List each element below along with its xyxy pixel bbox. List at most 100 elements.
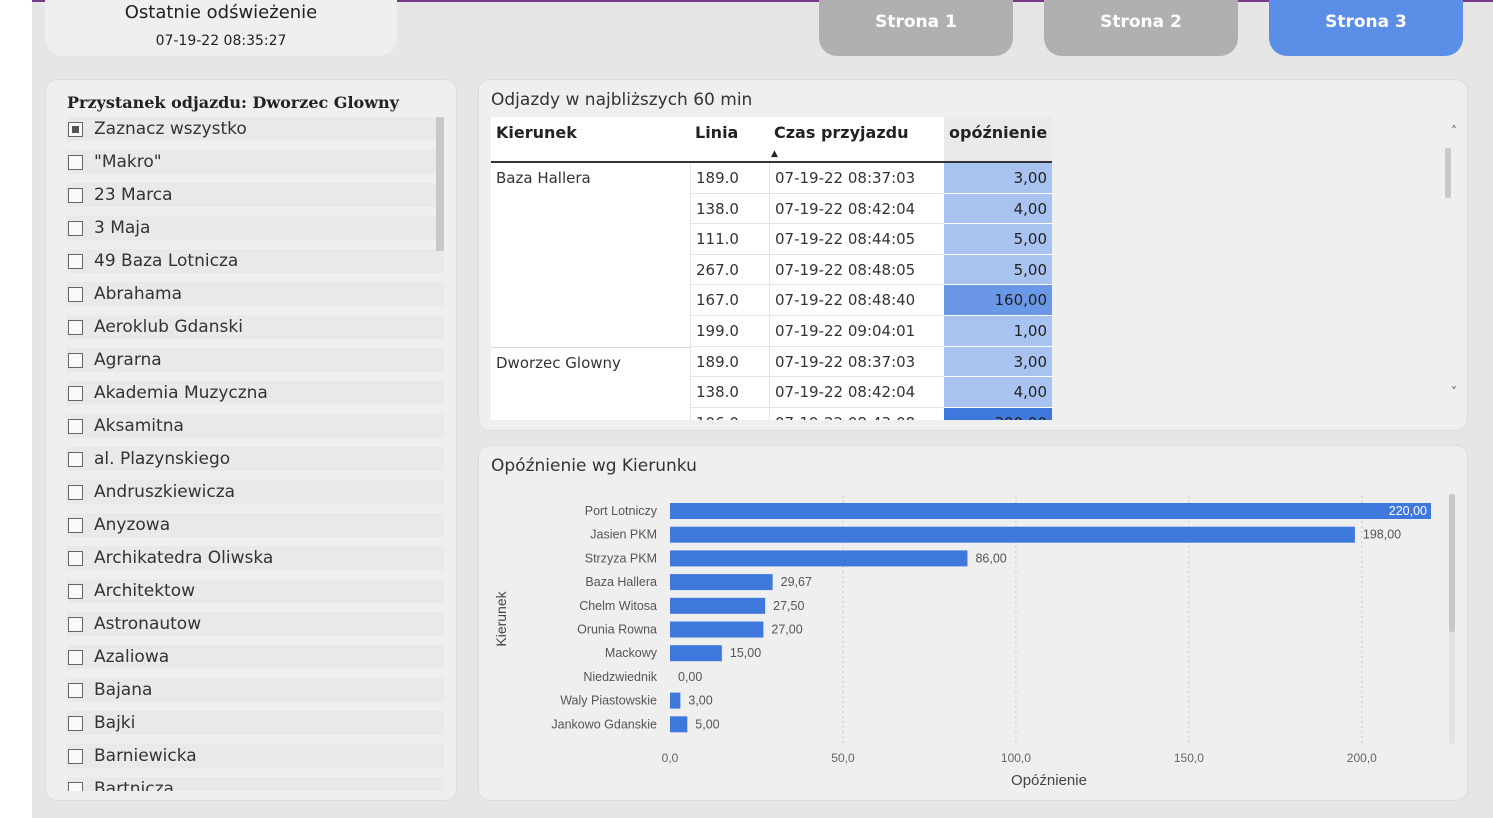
chart-scrollbar[interactable] [1449, 494, 1455, 632]
page-3-button[interactable]: Strona 3 [1269, 0, 1463, 56]
slicer-item-label: Aksamitna [94, 416, 184, 436]
checkbox-icon[interactable] [68, 352, 83, 368]
cell-czas: 07-19-22 08:42:04 [769, 193, 944, 225]
cell-opoznienie: 160,00 [944, 285, 1052, 316]
col-header-kierunek[interactable]: Kierunek [491, 117, 690, 161]
data-label: 15,00 [730, 646, 761, 660]
col-header-linia[interactable]: Linia [690, 117, 769, 161]
checkbox-icon[interactable] [68, 418, 83, 434]
slicer-item-label: Zaznacz wszystko [94, 119, 247, 139]
category-label: Niedzwiednik [583, 670, 657, 684]
slicer-item[interactable]: Barniewicka [66, 744, 444, 768]
slicer-item[interactable]: Zaznacz wszystko [66, 117, 444, 141]
cell-linia: 111.0 [690, 224, 769, 255]
slicer-title: Przystanek odjazdu: Dworzec Glowny [67, 93, 399, 112]
checkbox-icon[interactable] [68, 583, 83, 599]
table-scrollbar[interactable] [1445, 148, 1451, 198]
departures-table: Kierunek Linia Czas przyjazdu ▲ opóźnieni… [491, 117, 1052, 420]
checkbox-icon[interactable] [68, 319, 83, 335]
table-row[interactable]: 267.0 07-19-22 08:48:05 5,00 [491, 254, 1052, 286]
refresh-date: 07-19-22 08:35:27 [155, 33, 287, 49]
cell-opoznienie: 5,00 [944, 254, 1052, 286]
cell-linia: 189.0 [690, 346, 769, 378]
slicer-item[interactable]: al. Plazynskiego [66, 447, 444, 471]
table-row[interactable]: 106.007-19-22 08:43:08300,00 [491, 407, 1052, 420]
slicer-item[interactable]: Agrarna [66, 348, 444, 372]
checkbox-icon[interactable] [68, 121, 83, 137]
slicer-item[interactable]: Bajki [66, 711, 444, 735]
cell-linia: 167.0 [690, 285, 769, 316]
cell-linia: 138.0 [690, 377, 769, 408]
table-row[interactable]: 167.0 07-19-22 08:48:40 160,00 [491, 285, 1052, 316]
category-label: Mackowy [605, 646, 658, 660]
checkbox-icon[interactable] [68, 649, 83, 665]
checkbox-icon[interactable] [68, 484, 83, 500]
col-header-opoznienie[interactable]: opóźnienie [944, 117, 1052, 161]
table-row[interactable]: Baza Hallera 189.0 07-19-22 08:37:03 3,00 [491, 163, 1052, 194]
slicer-item[interactable]: Astronautow [66, 612, 444, 636]
cell-kierunek: Dworzec Glowny [491, 346, 690, 378]
x-tick-label: 0,0 [662, 751, 679, 765]
slicer-item[interactable]: Aeroklub Gdanski [66, 315, 444, 339]
col-header-czas[interactable]: Czas przyjazdu ▲ [769, 117, 944, 161]
bar [670, 526, 1355, 543]
table-row[interactable]: Dworzec Glowny 189.0 07-19-22 08:37:03 3,00 [491, 346, 1052, 378]
slicer-scrollbar[interactable] [436, 117, 444, 251]
slicer-item[interactable]: Aksamitna [66, 414, 444, 438]
cell-czas: 07-19-22 08:37:03 [769, 346, 944, 378]
x-tick-label: 200,0 [1347, 751, 1377, 765]
slicer-item[interactable]: Akademia Muzyczna [66, 381, 444, 405]
checkbox-icon[interactable] [68, 715, 83, 731]
checkbox-icon[interactable] [68, 187, 83, 203]
table-row[interactable]: 138.0 07-19-22 08:42:04 4,00 [491, 377, 1052, 408]
table-row[interactable]: 199.0 07-19-22 09:04:01 1,00 [491, 315, 1052, 347]
category-label: Orunia Rowna [577, 623, 657, 637]
sort-ascending-icon: ▲ [771, 149, 778, 159]
slicer-item[interactable]: Azaliowa [66, 645, 444, 669]
table-row[interactable]: 111.0 07-19-22 08:44:05 5,00 [491, 224, 1052, 255]
cell-opoznienie: 4,00 [944, 377, 1052, 408]
slicer-item[interactable]: Bajana [66, 678, 444, 702]
table-header: Kierunek Linia Czas przyjazdu ▲ opóźnieni… [491, 117, 1052, 163]
slicer-list: Zaznacz wszystko "Makro" 23 Marca 3 Maja 49 … [66, 117, 444, 791]
slicer-item[interactable]: 23 Marca [66, 183, 444, 207]
slicer-item[interactable]: Architektow [66, 579, 444, 603]
slicer-item[interactable]: Abrahama [66, 282, 444, 306]
page-1-button[interactable]: Strona 1 [819, 0, 1013, 56]
slicer-item[interactable]: Archikatedra Oliwska [66, 546, 444, 570]
slicer-item-label: Aeroklub Gdanski [94, 317, 243, 337]
checkbox-icon[interactable] [68, 748, 83, 764]
checkbox-icon[interactable] [68, 616, 83, 632]
category-label: Jasien PKM [590, 528, 657, 542]
cell-czas: 07-19-22 08:44:05 [769, 224, 944, 255]
slicer-item-label: Bajki [94, 713, 136, 733]
page-2-button[interactable]: Strona 2 [1044, 0, 1238, 56]
checkbox-icon[interactable] [68, 781, 83, 791]
cell-opoznienie: 3,00 [944, 163, 1052, 194]
slicer-item[interactable]: "Makro" [66, 150, 444, 174]
checkbox-icon[interactable] [68, 220, 83, 236]
checkbox-icon[interactable] [68, 517, 83, 533]
checkbox-icon[interactable] [68, 286, 83, 302]
scroll-down-icon[interactable]: ˅ [1451, 385, 1457, 399]
checkbox-icon[interactable] [68, 154, 83, 170]
slicer-item[interactable]: Bartnicza [66, 777, 444, 791]
slicer-item[interactable]: Anyzowa [66, 513, 444, 537]
slicer-item-label: Abrahama [94, 284, 182, 304]
scroll-up-icon[interactable]: ˄ [1451, 124, 1457, 138]
slicer-item[interactable]: 3 Maja [66, 216, 444, 240]
slicer-item[interactable]: Andruszkiewicza [66, 480, 444, 504]
slicer-item[interactable]: 49 Baza Lotnicza [66, 249, 444, 273]
table-row[interactable]: 138.0 07-19-22 08:42:04 4,00 [491, 193, 1052, 225]
cell-czas: 07-19-22 08:48:40 [769, 285, 944, 316]
table-title: Odjazdy w najbliższych 60 min [491, 90, 753, 110]
x-axis-title: Opóźnienie [1011, 772, 1087, 789]
checkbox-icon[interactable] [68, 550, 83, 566]
checkbox-icon[interactable] [68, 385, 83, 401]
cell-linia: 199.0 [690, 315, 769, 347]
checkbox-icon[interactable] [68, 451, 83, 467]
cell-czas: 07-19-22 09:04:01 [769, 315, 944, 347]
checkbox-icon[interactable] [68, 682, 83, 698]
checkbox-icon[interactable] [68, 253, 83, 269]
bar [670, 597, 766, 614]
